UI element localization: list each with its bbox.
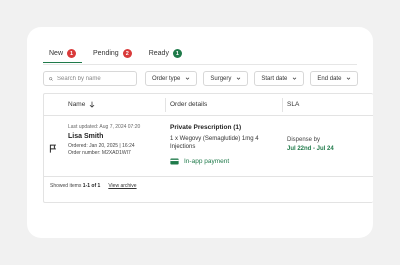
sla-dates: Jul 22nd - Jul 24 — [287, 146, 334, 152]
chevron-down-icon — [347, 77, 351, 80]
prescription-title: Private Prescription (1) — [170, 124, 242, 131]
showing-label: Showed items — [50, 183, 82, 189]
tab-new[interactable]: New 1 — [43, 49, 83, 63]
sla-label: Dispense by — [287, 137, 321, 143]
dropdown-label: Surgery — [210, 75, 232, 82]
payment-label: In-app payment — [184, 158, 230, 165]
tab-ready[interactable]: Ready 1 — [143, 49, 188, 62]
name-cell: Last updated: Aug 7, 2024 07:20 Lisa Smi… — [68, 124, 140, 156]
tab-label: Pending — [93, 50, 119, 57]
order-details-column-header: Order details — [170, 101, 207, 108]
flag-icon[interactable] — [49, 144, 57, 153]
sla-column-header: SLA — [287, 101, 299, 108]
column-divider — [282, 98, 283, 112]
ordered-label: Ordered: — [68, 143, 88, 149]
orders-table: Name Order details SLA Last updated: Aug… — [43, 93, 373, 203]
surgery-dropdown[interactable]: Surgery — [203, 71, 249, 86]
tab-label: Ready — [148, 50, 169, 57]
ordered-value: Jan 20, 2025 | 16:24 — [89, 143, 135, 149]
column-label: Order details — [170, 101, 208, 108]
search-input[interactable] — [57, 75, 131, 82]
status-tabs: New 1 Pending 2 Ready 1 — [43, 49, 193, 63]
search-icon — [49, 76, 53, 81]
payment-method: In-app payment — [170, 158, 259, 165]
order-number-value: M2XAD1WI7 — [101, 150, 131, 156]
order-details-cell: Private Prescription (1) 1 x Wegovy (Sem… — [170, 124, 259, 165]
patient-name: Lisa Smith — [68, 133, 104, 140]
view-archive-link[interactable]: View archive — [108, 183, 136, 189]
count-badge: 1 — [172, 49, 182, 58]
end-date-dropdown[interactable]: End date — [310, 71, 359, 86]
ordered-date: Ordered: Jan 20, 2025 | 16:24 — [68, 143, 140, 149]
table-row[interactable]: Last updated: Aug 7, 2024 07:20 Lisa Smi… — [44, 117, 373, 177]
column-divider — [165, 98, 166, 112]
order-number: Order number: M2XAD1WI7 — [68, 150, 140, 156]
order-type-dropdown[interactable]: Order type — [145, 71, 198, 86]
dropdown-label: End date — [317, 75, 342, 82]
chevron-down-icon — [293, 77, 297, 80]
prescription-item: 1 x Wegovy (Semaglutide) 1mg 4 — [170, 136, 259, 142]
count-badge: 2 — [122, 49, 132, 58]
sort-arrow-down-icon — [90, 101, 95, 108]
card-icon — [170, 158, 179, 165]
search-box[interactable] — [43, 71, 137, 86]
sla-cell: Dispense by Jul 22nd - Jul 24 — [287, 137, 334, 152]
last-updated: Last updated: Aug 7, 2024 07:20 — [68, 124, 141, 130]
tabs-divider — [43, 64, 357, 65]
column-label: Name — [68, 101, 86, 108]
showing-range: 1-1 of 1 — [82, 183, 101, 189]
prescription-item-cont: Injections — [170, 144, 196, 150]
chevron-down-icon — [237, 77, 241, 80]
column-label: SLA — [287, 101, 300, 108]
chevron-down-icon — [186, 77, 190, 80]
filter-bar: Order type Surgery Start date End date — [43, 71, 359, 86]
table-header: Name Order details SLA — [44, 94, 373, 116]
start-date-dropdown[interactable]: Start date — [254, 71, 305, 86]
name-column-header[interactable]: Name — [68, 101, 95, 108]
tab-pending[interactable]: Pending 2 — [87, 49, 138, 62]
table-footer: Showed items 1-1 of 1 View archive — [50, 183, 137, 189]
orders-card: New 1 Pending 2 Ready 1 Order type Surge… — [27, 27, 373, 238]
pagination-summary: Showed items 1-1 of 1 — [50, 183, 100, 189]
tab-label: New — [49, 50, 64, 57]
dropdown-label: Start date — [261, 75, 288, 82]
count-badge: 1 — [67, 49, 77, 58]
order-number-label: Order number: — [68, 150, 101, 156]
dropdown-label: Order type — [152, 75, 181, 82]
